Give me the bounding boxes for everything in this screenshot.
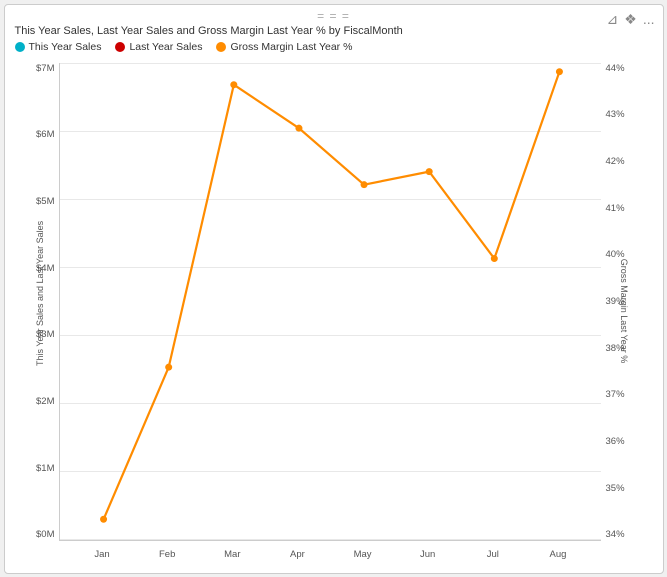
x-label-may: May [330,549,395,560]
legend-item-gm: Gross Margin Last Year % [216,41,352,53]
legend: This Year Sales Last Year Sales Gross Ma… [15,41,653,53]
bar-group-apr [265,63,330,540]
plot-area: JanFebMarAprMayJunJulAug [59,63,601,541]
y-tick-5m: $5M [36,196,54,207]
y-axis-right: 44% 43% 42% 41% 40% 39% 38% 37% 36% 35% … [601,59,653,563]
x-label-feb: Feb [135,549,200,560]
y-axis-left: $7M $6M $5M $4M $3M $2M $1M $0M This Yea… [15,59,59,563]
x-label-jun: Jun [395,549,460,560]
y-right-41: 41% [606,203,625,214]
legend-item-this-year: This Year Sales [15,41,102,53]
legend-dot-this-year [15,42,25,52]
y-right-37: 37% [606,389,625,400]
bar-group-mar [200,63,265,540]
x-labels: JanFebMarAprMayJunJulAug [60,549,601,560]
x-label-mar: Mar [200,549,265,560]
x-label-jul: Jul [460,549,525,560]
chart-area: $7M $6M $5M $4M $3M $2M $1M $0M This Yea… [15,59,653,563]
expand-icon[interactable]: ❖ [624,11,637,28]
top-icons: ⊿ ❖ ... [607,11,655,28]
y-right-36: 36% [606,436,625,447]
y-tick-1m: $1M [36,463,54,474]
legend-dot-gm [216,42,226,52]
x-label-jan: Jan [70,549,135,560]
y-right-42: 42% [606,156,625,167]
legend-label-gm: Gross Margin Last Year % [230,41,352,53]
legend-label-last-year: Last Year Sales [129,41,202,53]
bars-container [60,63,601,540]
y-axis-right-label: Gross Margin Last Year % [619,246,629,376]
y-tick-7m: $7M [36,63,54,74]
legend-label-this-year: This Year Sales [29,41,102,53]
y-tick-2m: $2M [36,396,54,407]
y-right-44: 44% [606,63,625,74]
y-tick-6m: $6M [36,129,54,140]
bar-group-feb [135,63,200,540]
bar-group-aug [525,63,590,540]
filter-icon[interactable]: ⊿ [607,11,619,28]
bar-group-may [330,63,395,540]
more-icon[interactable]: ... [643,11,655,27]
drag-handle[interactable]: = = = [317,9,350,23]
legend-dot-last-year [115,42,125,52]
chart-card: = = = ⊿ ❖ ... This Year Sales, Last Year… [4,4,664,574]
y-right-34: 34% [606,529,625,540]
bar-group-jul [460,63,525,540]
bar-group-jun [395,63,460,540]
y-right-43: 43% [606,109,625,120]
y-axis-left-label: This Year Sales and Last Year Sales [35,256,45,366]
chart-title: This Year Sales, Last Year Sales and Gro… [15,25,653,37]
bar-group-jan [70,63,135,540]
x-label-apr: Apr [265,549,330,560]
y-right-35: 35% [606,483,625,494]
legend-item-last-year: Last Year Sales [115,41,202,53]
y-tick-0m: $0M [36,529,54,540]
x-label-aug: Aug [525,549,590,560]
